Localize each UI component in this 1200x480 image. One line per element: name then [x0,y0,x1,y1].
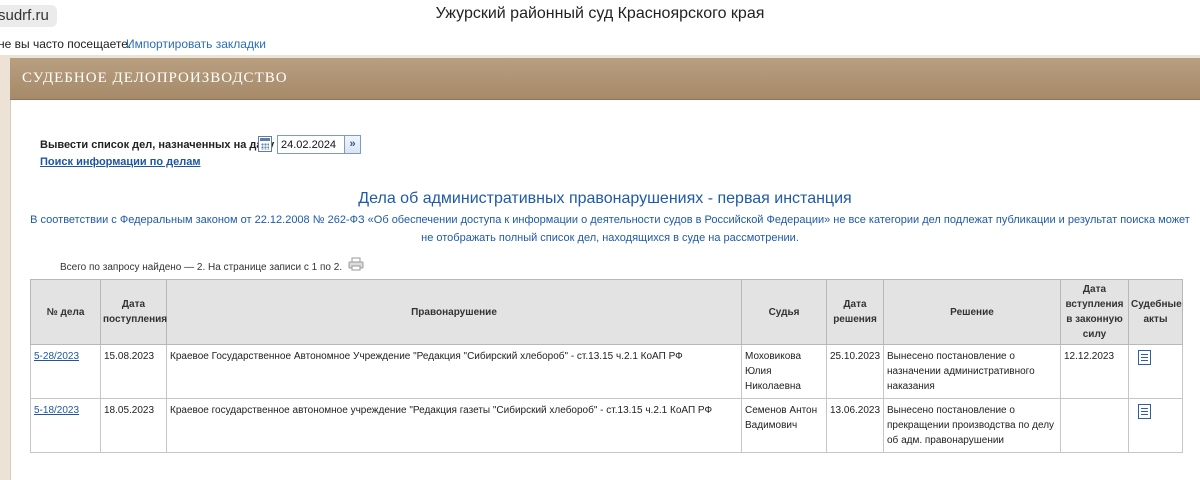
header-effective-date: Дата вступления в законную силу [1060,279,1129,345]
import-bookmarks-link[interactable]: Импортировать закладки [126,33,266,55]
case-number-cell: 5-18/2023 [30,398,101,453]
table-header-row: № дела Дата поступления Правонарушение С… [30,279,1183,345]
calendar-icon[interactable] [258,136,272,152]
decision-cell: Вынесено постановление о назначении адми… [883,344,1061,399]
effective-date-cell: 12.12.2023 [1060,344,1129,399]
received-date-cell: 18.05.2023 [100,398,167,453]
header-decision: Решение [883,279,1061,345]
case-number-cell: 5-28/2023 [30,344,101,399]
judge-cell: Моховикова Юлия Николаевна [741,344,827,399]
legal-notice: В соответствии с Федеральным законом от … [30,214,1190,244]
header-court-acts: Судебные акты [1128,279,1183,345]
decision-date-cell: 25.10.2023 [826,344,884,399]
offense-cell: Краевое государственное автономное учреж… [166,398,742,453]
document-icon[interactable] [1138,350,1151,365]
bookmarks-text: не вы часто посещаете. [0,37,132,51]
header-case-number: № дела [30,279,101,345]
show-cases-button[interactable]: » [344,135,361,154]
date-label: Вывести список дел, назначенных на дату [40,139,275,151]
results-summary: Всего по запросу найдено — 2. На страниц… [60,262,343,273]
bookmarks-bar: не вы часто посещаете. Импортировать зак… [0,33,1200,55]
decision-cell: Вынесено постановление о прекращении про… [883,398,1061,453]
print-icon[interactable] [348,257,364,271]
effective-date-cell [1060,398,1129,453]
case-link[interactable]: 5-18/2023 [34,405,79,416]
header-judge: Судья [741,279,827,345]
decision-date-cell: 13.06.2023 [826,398,884,453]
browser-titlebar: sudrf.ru Ужурский районный суд Красноярс… [0,0,1200,32]
table-row: 5-28/2023 15.08.2023 Краевое Государстве… [30,344,1183,399]
table-row: 5-18/2023 18.05.2023 Краевое государстве… [30,398,1183,453]
court-acts-cell [1128,398,1183,453]
cases-table: № дела Дата поступления Правонарушение С… [30,279,1183,453]
window-title: Ужурский районный суд Красноярского края [435,5,765,22]
case-link[interactable]: 5-28/2023 [34,351,79,362]
section-banner: СУДЕБНОЕ ДЕЛОПРОИЗВОДСТВО [10,58,1200,100]
page-heading: Дела об административных правонарушениях… [358,190,852,207]
judge-cell: Семенов Антон Вадимович [741,398,827,453]
header-decision-date: Дата решения [826,279,884,345]
court-acts-cell [1128,344,1183,399]
header-received-date: Дата поступления [100,279,167,345]
received-date-cell: 15.08.2023 [100,344,167,399]
offense-cell: Краевое Государственное Автономное Учреж… [166,344,742,399]
document-icon[interactable] [1138,404,1151,419]
search-cases-link[interactable]: Поиск информации по делам [40,156,200,168]
banner-title: СУДЕБНОЕ ДЕЛОПРОИЗВОДСТВО [22,70,288,86]
header-offense: Правонарушение [166,279,742,345]
date-input[interactable] [277,135,345,154]
